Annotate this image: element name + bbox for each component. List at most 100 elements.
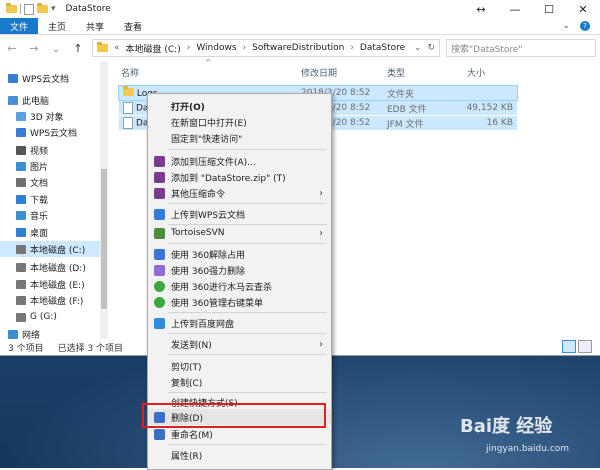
sidebar-item-music[interactable]: 音乐 xyxy=(16,207,100,223)
breadcrumb-datastore[interactable]: DataStore xyxy=(360,43,405,53)
menu-divider xyxy=(168,354,327,355)
tab-home[interactable]: 主页 xyxy=(38,18,76,34)
properties-icon[interactable] xyxy=(24,3,34,15)
breadcrumb-softwaredistribution[interactable]: SoftwareDistribution xyxy=(252,43,344,53)
refresh-button[interactable]: ↻ xyxy=(427,43,435,53)
breadcrumb-overflow[interactable]: « xyxy=(114,43,120,53)
shield-icon xyxy=(154,428,165,440)
address-row: ← → ⌄ ↑ « 本地磁盘 (C:) › Windows › Software… xyxy=(0,35,600,61)
sidebar-item-this-pc[interactable]: 此电脑 xyxy=(8,92,108,108)
resize-hint-icon: ↔ xyxy=(476,2,486,16)
video-icon xyxy=(16,145,26,155)
large-icons-view-icon[interactable] xyxy=(578,340,592,353)
recent-locations-button[interactable]: ⌄ xyxy=(48,42,64,55)
search-input[interactable]: 搜索"DataStore" xyxy=(446,39,596,57)
menu-divider xyxy=(168,243,327,244)
sidebar-item-documents[interactable]: 文档 xyxy=(16,174,100,190)
file-type: 文件夹 xyxy=(387,89,415,100)
forward-button[interactable]: → xyxy=(26,42,42,55)
toolbar-divider xyxy=(20,4,21,14)
tab-view[interactable]: 查看 xyxy=(114,18,152,34)
column-header-size[interactable]: 大小 xyxy=(467,66,485,80)
sidebar-item-wps-cloud-2[interactable]: WPS云文档 xyxy=(16,124,100,140)
desktop-icon xyxy=(16,227,26,237)
up-button[interactable]: ↑ xyxy=(70,42,86,55)
sidebar-scrollbar[interactable] xyxy=(100,61,108,339)
sidebar-scrollbar-thumb[interactable] xyxy=(101,169,107,309)
network-icon xyxy=(8,329,18,339)
sidebar-item-wps-cloud[interactable]: WPS云文档 xyxy=(8,70,108,86)
menu-item-open-new-window[interactable]: 在新窗口中打开(E) xyxy=(148,114,331,130)
sidebar-item-pictures[interactable]: 图片 xyxy=(16,158,100,174)
help-icon[interactable]: ? xyxy=(580,21,590,31)
chevron-right-icon: › xyxy=(319,227,323,239)
minimize-button[interactable]: — xyxy=(498,0,532,18)
menu-item-upload-wps[interactable]: 上传到WPS云文档 xyxy=(148,206,331,222)
file-size: 49,152 KB xyxy=(466,103,513,113)
unlock-360-icon xyxy=(154,248,165,260)
menu-item-send-to[interactable]: 发送到(N) › xyxy=(148,336,331,352)
computer-icon xyxy=(8,95,18,105)
delete-360-icon xyxy=(154,264,165,276)
cube-icon xyxy=(16,111,26,121)
tab-file[interactable]: 文件 xyxy=(0,18,39,34)
menu-item-add-archive[interactable]: 添加到压缩文件(A)... xyxy=(148,153,331,169)
sidebar-item-downloads[interactable]: 下载 xyxy=(16,191,100,207)
sidebar-item-drive-e[interactable]: 本地磁盘 (E:) xyxy=(16,276,100,292)
sidebar-item-network[interactable]: 网络 xyxy=(8,328,108,340)
picture-icon xyxy=(16,161,26,171)
title-bar: ▾ DataStore ↔ — ☐ ✕ xyxy=(0,0,600,18)
sidebar-item-desktop[interactable]: 桌面 xyxy=(16,224,100,240)
sidebar-item-drive-c[interactable]: 本地磁盘 (C:) xyxy=(0,241,100,257)
column-header-date[interactable]: 修改日期 xyxy=(301,66,337,80)
menu-item-pin-quick-access[interactable]: 固定到"快速访问" xyxy=(148,130,331,146)
tortoise-icon xyxy=(154,227,165,239)
column-header-name[interactable]: 名称 xyxy=(121,66,139,80)
expand-ribbon-button[interactable]: ⌄ xyxy=(562,21,570,31)
menu-item-360-manage-menu[interactable]: 使用 360管理右键菜单 xyxy=(148,294,331,310)
menu-item-copy[interactable]: 复制(C) xyxy=(148,374,331,390)
file-type: JFM 文件 xyxy=(387,119,424,130)
back-button[interactable]: ← xyxy=(4,42,20,55)
folder-icon xyxy=(123,85,134,96)
drive-icon xyxy=(16,295,26,305)
menu-item-open[interactable]: 打开(O) xyxy=(148,98,331,114)
menu-item-other-compress[interactable]: 其他压缩命令 › xyxy=(148,185,331,201)
menu-item-360-unlock[interactable]: 使用 360解除占用 xyxy=(148,246,331,262)
menu-item-360-trojan-scan[interactable]: 使用 360进行木马云查杀 xyxy=(148,278,331,294)
maximize-button[interactable]: ☐ xyxy=(532,0,566,18)
scan-360-icon xyxy=(154,280,165,292)
sidebar-item-videos[interactable]: 视频 xyxy=(16,142,100,158)
close-button[interactable]: ✕ xyxy=(566,0,600,18)
quick-access-toolbar: ▾ xyxy=(0,3,56,15)
chevron-right-icon: › xyxy=(350,43,354,53)
address-bar[interactable]: « 本地磁盘 (C:) › Windows › SoftwareDistribu… xyxy=(92,39,440,57)
breadcrumb-windows[interactable]: Windows xyxy=(196,43,236,53)
drive-icon xyxy=(16,244,26,254)
menu-item-360-force-delete[interactable]: 使用 360强力删除 xyxy=(148,262,331,278)
menu-item-rename[interactable]: 重命名(M) xyxy=(148,426,331,442)
chevron-right-icon: › xyxy=(242,43,247,53)
column-header-type[interactable]: 类型 xyxy=(387,66,405,80)
chevron-right-icon: › xyxy=(319,187,323,199)
tab-share[interactable]: 共享 xyxy=(76,18,114,34)
new-folder-icon[interactable] xyxy=(37,3,48,13)
menu-item-properties[interactable]: 属性(R) xyxy=(148,447,331,463)
menu-360-icon xyxy=(154,296,165,308)
sidebar-item-drive-f[interactable]: 本地磁盘 (F:) xyxy=(16,292,100,308)
sidebar-item-drive-d[interactable]: 本地磁盘 (D:) xyxy=(16,259,100,275)
sidebar-item-3d-objects[interactable]: 3D 对象 xyxy=(16,108,100,124)
menu-item-cut[interactable]: 剪切(T) xyxy=(148,358,331,374)
file-size: 16 KB xyxy=(486,118,513,128)
menu-item-upload-baidu[interactable]: 上传到百度网盘 xyxy=(148,315,331,331)
drive-icon xyxy=(16,262,26,272)
menu-item-tortoisesvn[interactable]: TortoiseSVN › xyxy=(148,225,331,241)
download-icon xyxy=(16,194,26,204)
address-actions: ⌄ ↻ xyxy=(414,43,435,53)
breadcrumb-drive[interactable]: 本地磁盘 (C:) xyxy=(126,42,181,55)
sidebar-item-drive-g[interactable]: G (G:) xyxy=(16,309,100,325)
customize-toolbar-icon[interactable]: ▾ xyxy=(51,4,56,14)
menu-item-add-to-zip[interactable]: 添加到 "DataStore.zip" (T) xyxy=(148,169,331,185)
details-view-icon[interactable] xyxy=(562,340,576,353)
address-dropdown-button[interactable]: ⌄ xyxy=(414,43,422,53)
